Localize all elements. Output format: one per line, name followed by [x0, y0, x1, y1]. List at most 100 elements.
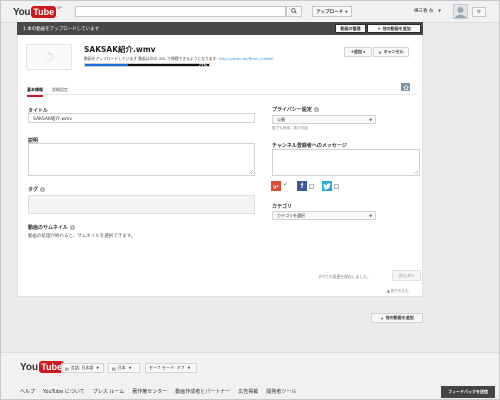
thumbnail-hint: 動画の処理が終わると、サムネイルを選択できます。 — [28, 234, 136, 239]
youtube-logo[interactable]: You Tube JP — [13, 5, 62, 19]
footer: You Tube ▤ 言語: 日本語 ▼ ▤ 日本 ▼ セーフ モード: オフ … — [1, 352, 499, 399]
country-label: 日本 — [117, 365, 126, 370]
collapse-link[interactable]: ▲ 折りたたむ — [387, 289, 409, 294]
manage-videos-button[interactable]: 動画の管理 — [335, 24, 366, 33]
add-to-label: +追加 — [350, 49, 363, 54]
avatar[interactable] — [453, 4, 468, 19]
upload-message: 動画をアップロードしています 動画は次の URL で視聴できるようになります: … — [84, 56, 274, 62]
user-menu-caret[interactable]: ▼ — [438, 8, 441, 13]
add-more-videos-bottom-button[interactable]: + 他の動画を追加 — [371, 313, 423, 323]
title-value: SAKSAK紹介.wmv — [33, 117, 73, 122]
search-icon — [291, 7, 297, 16]
tab-basic-info[interactable]: 基本情報 — [27, 87, 43, 97]
search-input[interactable] — [75, 6, 286, 17]
chevron-down-icon: ▼ — [369, 118, 372, 122]
thumbnail-label: 動画のサムネイル? — [28, 224, 75, 231]
video-thumbnail-placeholder — [26, 44, 72, 70]
masthead: You Tube JP アップロード ▼ 樺三春 糸 ▼ ⚙ — [1, 1, 499, 23]
plus-icon: + — [377, 26, 381, 31]
chevron-down-icon: ▼ — [363, 50, 366, 54]
google-plus-checked-icon[interactable]: ✓ — [283, 181, 288, 188]
plus-icon: + — [380, 315, 384, 321]
search-button[interactable] — [286, 6, 302, 17]
help-icon[interactable]: ? — [69, 225, 75, 230]
title-input[interactable]: SAKSAK紹介.wmv — [28, 113, 255, 123]
save-status-text: すべての変更を保存しました。 — [318, 274, 371, 279]
feedback-button[interactable]: フィードバックを送信 — [441, 386, 495, 398]
user-name[interactable]: 樺三春 糸 — [414, 8, 433, 14]
country-select[interactable]: ▤ 日本 ▼ — [108, 363, 140, 373]
privacy-value: 公開 — [277, 116, 285, 122]
privacy-select[interactable]: 公開 ▼ — [272, 115, 376, 124]
tags-label: タグ? — [28, 186, 46, 193]
upload-progress-bar: 77% — [84, 63, 210, 67]
help-icon[interactable]: ? — [40, 187, 46, 192]
channel-message-label: チャンネル登録者へのメッセージ — [272, 143, 347, 149]
footer-links: ヘルプ YouTube について プレス ルーム 著作権センター 動画作成者とパ… — [20, 388, 296, 395]
category-select[interactable]: カテゴリを選択 ▼ — [272, 211, 376, 220]
tags-input[interactable] — [28, 195, 255, 214]
footer-link-copyright[interactable]: 著作権センター — [132, 388, 167, 395]
tab-bar: 基本情報 詳細設定 — [25, 85, 417, 97]
description-textarea[interactable] — [28, 143, 255, 176]
facebook-share-icon[interactable]: f — [297, 181, 307, 191]
upload-status-text: 1 本の動画をアップロードしています — [23, 27, 100, 32]
upload-status-bar: 1 本の動画をアップロードしています 動画の管理 + 他の動画を追加 — [17, 22, 423, 35]
safety-mode-select[interactable]: セーフ モード: オフ ▼ — [145, 363, 197, 373]
footer-link-press[interactable]: プレス ルーム — [93, 388, 124, 395]
facebook-checkbox[interactable] — [309, 184, 314, 189]
channel-message-textarea[interactable] — [272, 149, 420, 176]
footer-link-developers[interactable]: 開発者ツール — [266, 388, 296, 395]
add-more-videos-bottom-label: 他の動画を追加 — [385, 315, 414, 320]
save-button[interactable]: 保存済み — [392, 270, 421, 281]
user-silhouette-icon — [454, 7, 467, 18]
chevron-down-icon: ▼ — [187, 366, 191, 370]
logo-you-text: You — [13, 6, 31, 18]
privacy-label-text: プライバシー設定 — [272, 107, 312, 113]
settings-button[interactable]: ⚙ — [472, 7, 486, 17]
loading-spinner-icon — [44, 52, 54, 62]
tab-advanced-settings[interactable]: 詳細設定 — [52, 87, 68, 93]
globe-icon: ▤ — [112, 365, 116, 371]
video-url-link[interactable]: http://youtu.be/fKmn_a1WkE — [219, 56, 274, 61]
footer-link-help[interactable]: ヘルプ — [20, 388, 35, 395]
footer-link-advertising[interactable]: 広告掲載 — [238, 388, 258, 395]
resize-handle-icon[interactable] — [249, 170, 253, 174]
language-icon: ▤ — [65, 365, 69, 371]
resize-handle-icon[interactable] — [414, 170, 418, 174]
cancel-button[interactable]: × キャンセル — [373, 47, 409, 57]
twitter-checkbox[interactable] — [334, 184, 339, 189]
language-select[interactable]: ▤ 言語: 日本語 ▼ — [61, 363, 104, 373]
upload-label: アップロード — [316, 9, 344, 15]
thumbnail-label-text: 動画のサムネイル — [28, 225, 68, 231]
tags-label-text: タグ — [28, 187, 39, 193]
close-icon: × — [378, 49, 382, 55]
google-plus-share-icon[interactable]: g+ — [271, 181, 281, 191]
cancel-label: キャンセル — [383, 49, 404, 54]
manage-videos-label: 動画の管理 — [340, 25, 361, 31]
privacy-note: 誰でも検索、表示可能 — [272, 126, 308, 130]
video-file-title: SAKSAK紹介.wmv — [84, 45, 156, 54]
category-label: カテゴリ — [272, 204, 293, 210]
safety-mode-label: セーフ モード: オフ — [149, 365, 185, 370]
upload-button[interactable]: アップロード ▼ — [312, 6, 352, 17]
save-icon[interactable] — [401, 83, 410, 91]
chevron-down-icon: ▼ — [345, 9, 348, 14]
help-icon[interactable]: ? — [313, 107, 319, 112]
upload-message-text: 動画をアップロードしています 動画は次の URL で視聴できるようになります: — [84, 56, 219, 61]
add-to-button[interactable]: +追加 ▼ — [344, 47, 372, 57]
upload-progress-remaining — [127, 64, 209, 66]
twitter-share-icon[interactable] — [322, 181, 332, 191]
privacy-label: プライバシー設定? — [272, 106, 319, 113]
chevron-down-icon: ▼ — [369, 214, 372, 218]
upload-panel: SAKSAK紹介.wmv 動画をアップロードしています 動画は次の URL で視… — [17, 35, 423, 297]
footer-link-about[interactable]: YouTube について — [43, 388, 85, 395]
footer-youtube-logo[interactable]: You Tube — [20, 361, 64, 373]
logo-tube-text: Tube — [31, 6, 57, 18]
footer-logo-you-text: You — [20, 361, 39, 373]
footer-link-creators[interactable]: 動画作成者とパートナー — [175, 388, 230, 395]
add-more-videos-button[interactable]: + 他の動画を追加 — [367, 24, 421, 33]
logo-region-text: JP — [57, 5, 62, 10]
upload-progress-percent: 77% — [198, 63, 207, 67]
chevron-down-icon: ▼ — [128, 366, 132, 370]
